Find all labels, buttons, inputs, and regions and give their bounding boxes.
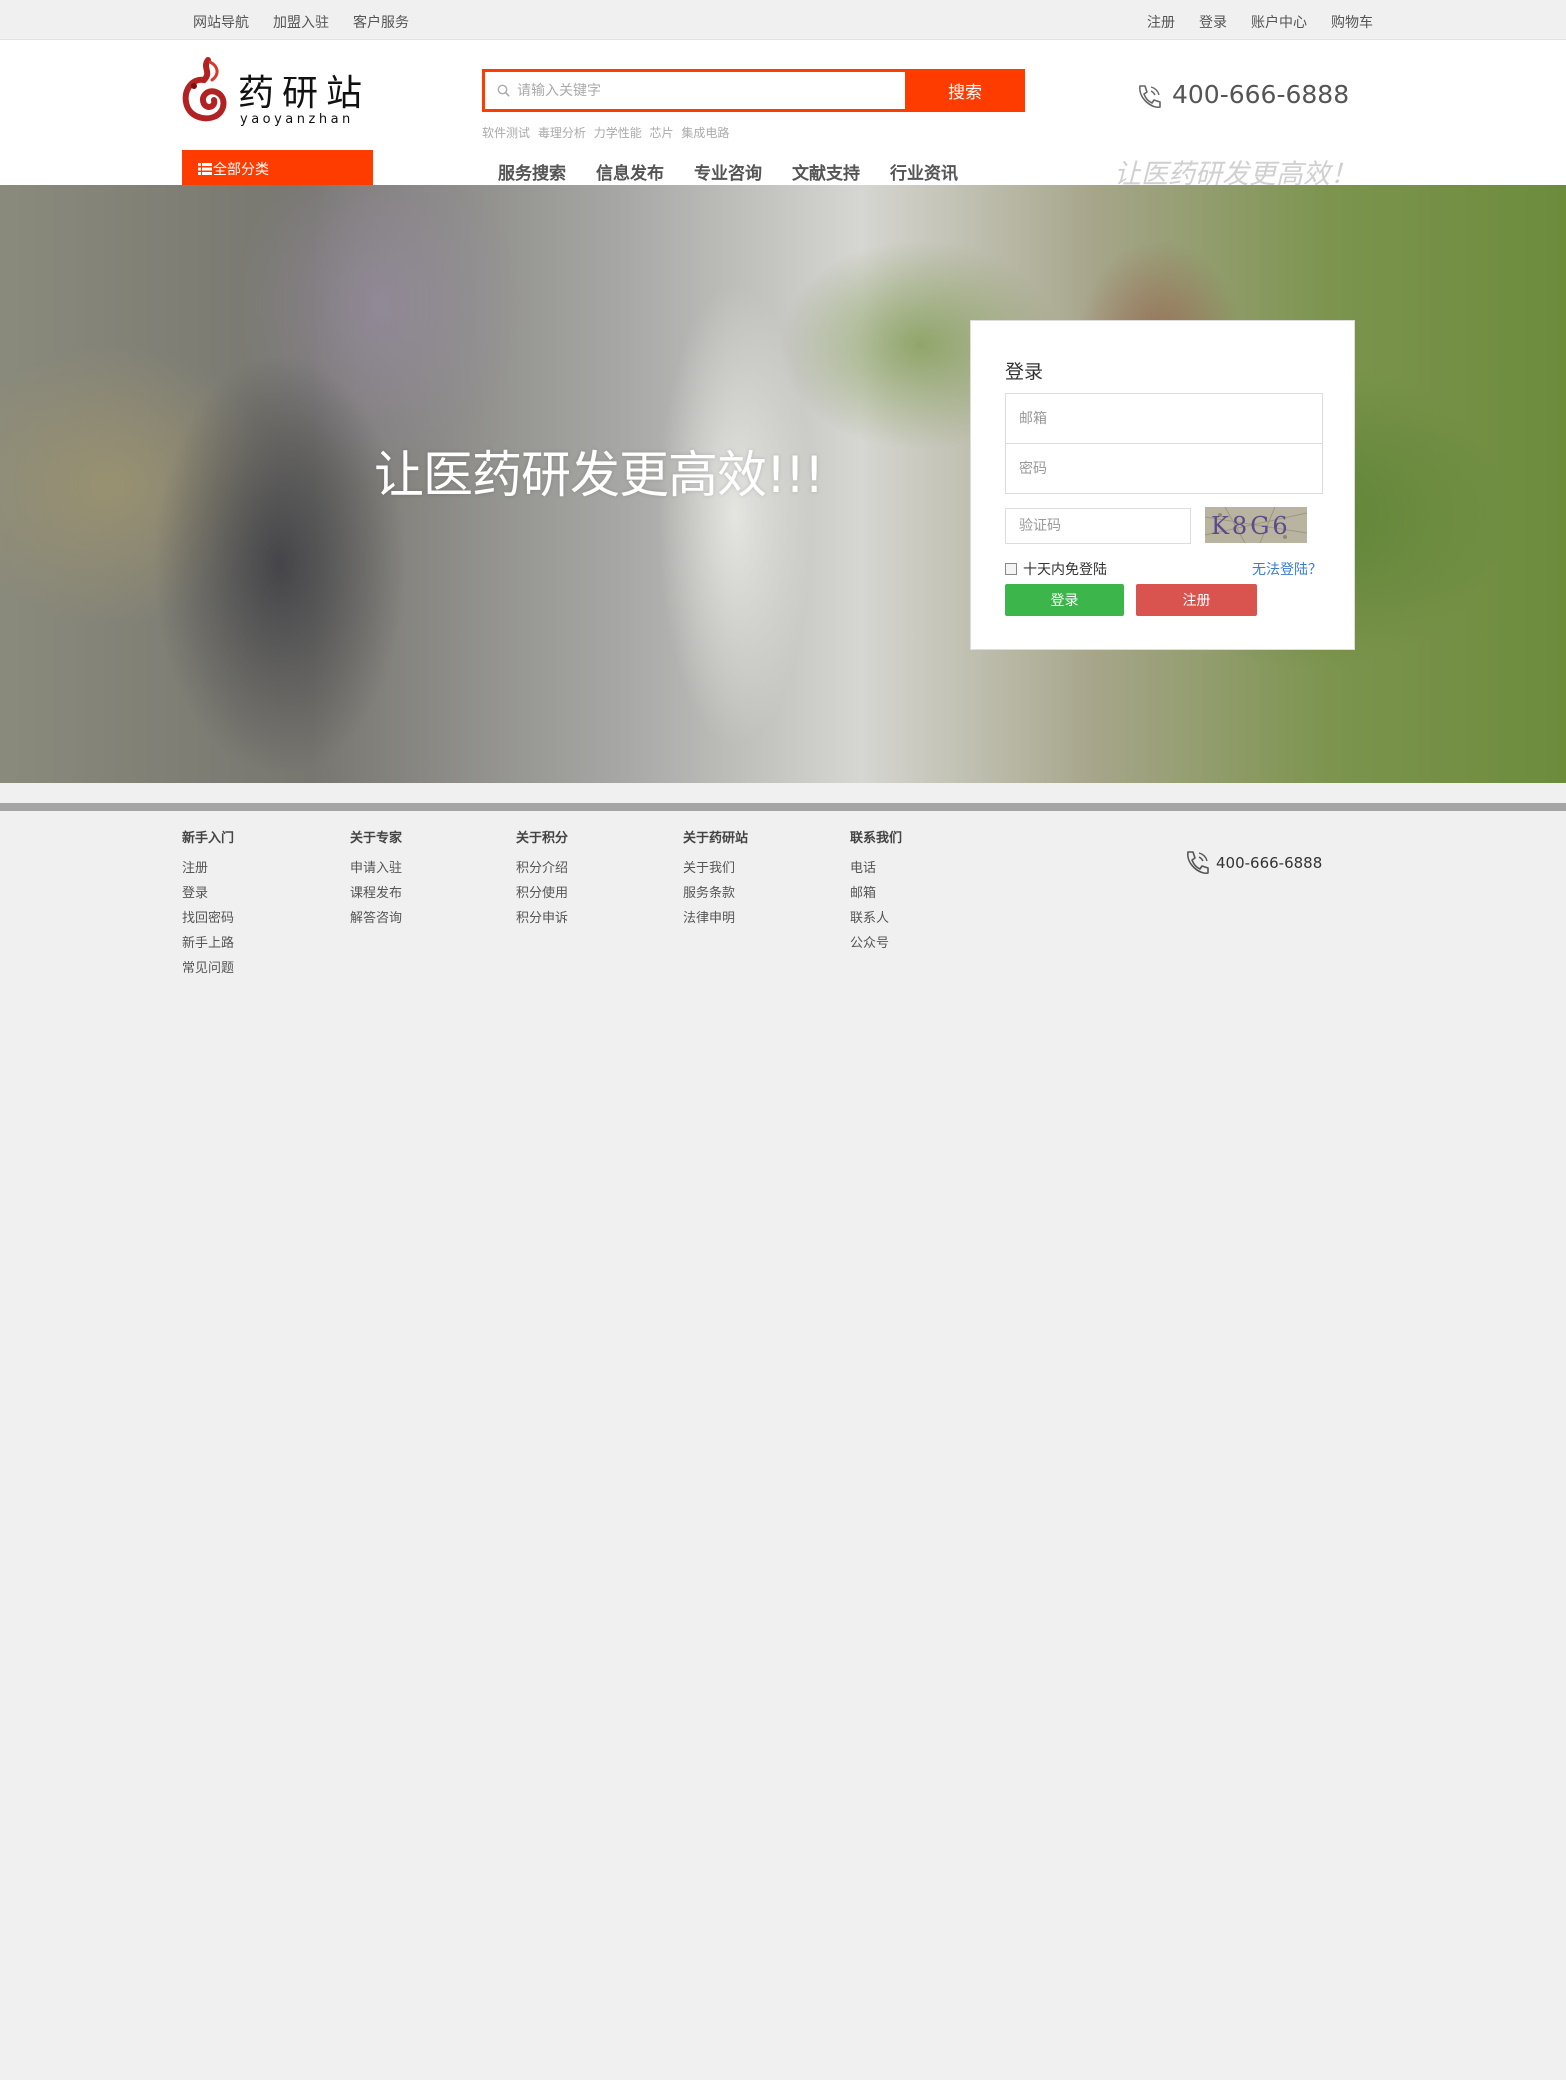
footer-column-title: 联系我们 bbox=[850, 831, 903, 846]
nav-item-info-publish[interactable]: 信息发布 bbox=[596, 159, 664, 184]
top-bar: 网站导航 加盟入驻 客户服务 注册 登录 账户中心 购物车 bbox=[0, 0, 1566, 40]
footer-column-title: 关于专家 bbox=[350, 831, 403, 846]
search-bar: 搜索 bbox=[482, 69, 1025, 112]
footer-link[interactable]: 常见问题 bbox=[182, 960, 342, 985]
list-icon bbox=[198, 163, 212, 175]
footer-column-contact: 联系我们 电话 邮箱 联系人 公众号 bbox=[850, 827, 1010, 960]
footer-link[interactable]: 注册 bbox=[182, 860, 342, 885]
topbar-link-join[interactable]: 加盟入驻 bbox=[273, 12, 329, 32]
footer-link[interactable]: 课程发布 bbox=[350, 885, 510, 910]
site-logo[interactable]: 药研站 yaoyanzhan bbox=[182, 56, 372, 136]
register-button[interactable]: 注册 bbox=[1136, 584, 1257, 616]
remember-label: 十天内免登陆 bbox=[1023, 562, 1107, 578]
search-button[interactable]: 搜索 bbox=[905, 69, 1025, 112]
footer-phone-number: 400-666-6888 bbox=[1216, 854, 1323, 872]
site-header: 药研站 yaoyanzhan 搜索 软件测试 毒理分析 力学性能 芯片 集成电路… bbox=[0, 40, 1566, 190]
footer-link[interactable]: 关于我们 bbox=[683, 860, 843, 885]
footer-column-experts: 关于专家 申请入驻 课程发布 解答咨询 bbox=[350, 827, 510, 935]
topbar-link-site-nav[interactable]: 网站导航 bbox=[193, 12, 249, 32]
footer-column-points: 关于积分 积分介绍 积分使用 积分申诉 bbox=[516, 827, 676, 935]
footer-link[interactable]: 法律申明 bbox=[683, 910, 843, 935]
footer-link[interactable]: 公众号 bbox=[850, 935, 1010, 960]
footer-link[interactable]: 积分申诉 bbox=[516, 910, 676, 935]
login-title: 登录 bbox=[1005, 361, 1044, 383]
footer-link[interactable]: 解答咨询 bbox=[350, 910, 510, 935]
topbar-link-cart[interactable]: 购物车 bbox=[1331, 12, 1373, 32]
phone-number: 400-666-6888 bbox=[1172, 80, 1350, 109]
footer-link[interactable]: 找回密码 bbox=[182, 910, 342, 935]
checkbox-box[interactable] bbox=[1005, 563, 1017, 575]
topbar-link-account-center[interactable]: 账户中心 bbox=[1251, 12, 1307, 32]
remember-checkbox[interactable]: 十天内免登陆 bbox=[1005, 559, 1107, 579]
footer-column-title: 新手入门 bbox=[182, 831, 235, 846]
footer-link[interactable]: 申请入驻 bbox=[350, 860, 510, 885]
logo-name: 药研站 bbox=[238, 73, 371, 114]
footer-link[interactable]: 联系人 bbox=[850, 910, 1010, 935]
footer-link[interactable]: 积分使用 bbox=[516, 885, 676, 910]
footer-column-about: 关于药研站 关于我们 服务条款 法律申明 bbox=[683, 827, 843, 935]
footer-column-beginner: 新手入门 注册 登录 找回密码 新手上路 常见问题 bbox=[182, 827, 342, 985]
topbar-link-register[interactable]: 注册 bbox=[1147, 12, 1175, 32]
hero-banner: 让医药研发更高效!!! 登录 K8G6 十天内免登陆 无法登陆？ 登录 注册 bbox=[0, 185, 1566, 783]
hot-keyword[interactable]: 软件测试 bbox=[482, 126, 530, 140]
nav-item-industry-news[interactable]: 行业资讯 bbox=[890, 159, 958, 184]
email-field[interactable] bbox=[1005, 393, 1323, 444]
search-input[interactable] bbox=[517, 72, 937, 109]
all-categories-label: 全部分类 bbox=[213, 162, 269, 178]
hot-keyword[interactable]: 力学性能 bbox=[594, 126, 642, 140]
footer-link[interactable]: 积分介绍 bbox=[516, 860, 676, 885]
captcha-field[interactable] bbox=[1005, 508, 1191, 544]
footer-link[interactable]: 电话 bbox=[850, 860, 1010, 885]
nav-item-consulting[interactable]: 专业咨询 bbox=[694, 159, 762, 184]
footer-link[interactable]: 新手上路 bbox=[182, 935, 342, 960]
nav-item-service-search[interactable]: 服务搜索 bbox=[498, 159, 566, 184]
topbar-link-login[interactable]: 登录 bbox=[1199, 12, 1227, 32]
captcha-text: K8G6 bbox=[1211, 512, 1291, 540]
password-field[interactable] bbox=[1005, 443, 1323, 494]
phone-icon bbox=[1187, 851, 1209, 874]
logo-swirl-icon bbox=[182, 57, 227, 122]
footer-link[interactable]: 服务条款 bbox=[683, 885, 843, 910]
phone-icon bbox=[1139, 85, 1161, 108]
login-button[interactable]: 登录 bbox=[1005, 584, 1124, 616]
forgot-login-link[interactable]: 无法登陆？ bbox=[1252, 559, 1322, 579]
nav-item-literature[interactable]: 文献支持 bbox=[792, 159, 860, 184]
login-panel: 登录 K8G6 十天内免登陆 无法登陆？ 登录 注册 bbox=[970, 320, 1355, 650]
captcha-image[interactable]: K8G6 bbox=[1205, 507, 1307, 543]
hot-keyword[interactable]: 芯片 bbox=[650, 126, 674, 140]
footer-column-title: 关于积分 bbox=[516, 831, 569, 846]
footer-link[interactable]: 登录 bbox=[182, 885, 342, 910]
hot-keywords: 软件测试 毒理分析 力学性能 芯片 集成电路 bbox=[482, 124, 733, 141]
footer-column-title: 关于药研站 bbox=[683, 831, 749, 846]
topbar-link-customer-service[interactable]: 客户服务 bbox=[353, 12, 409, 32]
hot-keyword[interactable]: 集成电路 bbox=[681, 126, 729, 140]
search-icon bbox=[497, 84, 510, 97]
logo-pinyin: yaoyanzhan bbox=[240, 112, 354, 127]
hot-keyword[interactable]: 毒理分析 bbox=[538, 126, 586, 140]
hero-title: 让医药研发更高效!!! bbox=[374, 446, 824, 504]
footer-link[interactable]: 邮箱 bbox=[850, 885, 1010, 910]
all-categories-button[interactable]: 全部分类 bbox=[182, 150, 373, 185]
footer-divider bbox=[0, 803, 1566, 811]
